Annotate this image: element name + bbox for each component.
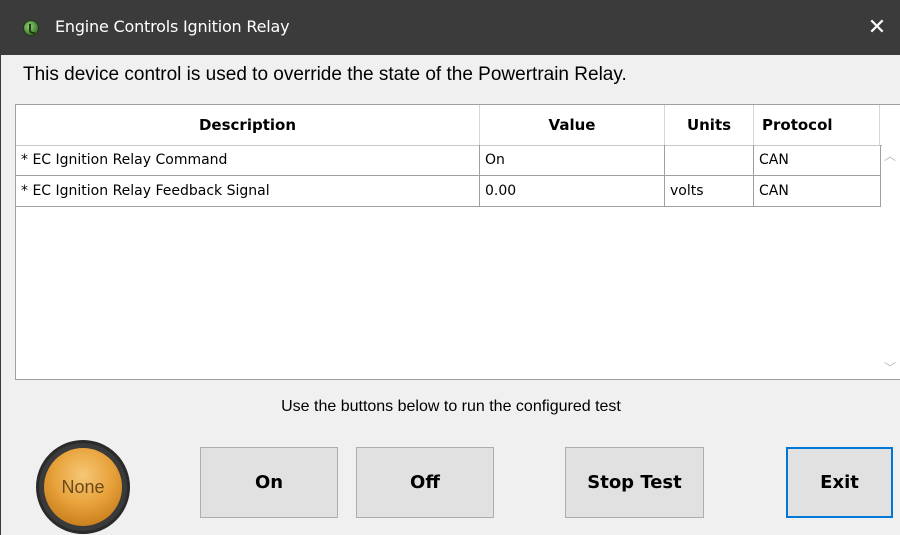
exit-button[interactable]: Exit	[786, 447, 893, 518]
scroll-up-arrow-icon[interactable]: ︿	[884, 149, 896, 163]
cell-units: volts	[665, 176, 754, 207]
cell-value: On	[480, 145, 665, 176]
status-label: None	[44, 448, 122, 526]
instruction-text: Use the buttons below to run the configu…	[281, 398, 621, 415]
status-indicator: None	[36, 440, 130, 534]
dialog-window: Engine Controls Ignition Relay ✕ This de…	[0, 0, 900, 535]
cell-units	[665, 145, 754, 176]
cell-description: * EC Ignition Relay Feedback Signal	[16, 176, 480, 207]
device-control-description: This device control is used to override …	[23, 64, 627, 85]
cell-protocol: CAN	[754, 145, 881, 176]
column-header-description[interactable]: Description	[16, 105, 480, 145]
grid-header: Description Value Units Protocol	[16, 105, 882, 146]
cell-description: * EC Ignition Relay Command	[16, 145, 480, 176]
close-button[interactable]: ✕	[854, 0, 900, 55]
on-button[interactable]: On	[200, 447, 338, 518]
table-row[interactable]: * EC Ignition Relay Command On CAN	[16, 145, 881, 176]
data-grid[interactable]: Description Value Units Protocol * EC Ig…	[15, 104, 900, 380]
column-header-value[interactable]: Value	[480, 105, 665, 145]
app-icon	[23, 20, 39, 36]
table-row[interactable]: * EC Ignition Relay Feedback Signal 0.00…	[16, 176, 881, 207]
title-bar: Engine Controls Ignition Relay ✕	[1, 0, 900, 55]
scroll-down-arrow-icon[interactable]: ﹀	[884, 361, 896, 375]
column-header-protocol[interactable]: Protocol	[754, 105, 880, 145]
off-button[interactable]: Off	[356, 447, 494, 518]
cell-protocol: CAN	[754, 176, 881, 207]
cell-value: 0.00	[480, 176, 665, 207]
window-title: Engine Controls Ignition Relay	[55, 17, 290, 36]
stop-test-button[interactable]: Stop Test	[565, 447, 704, 518]
column-header-units[interactable]: Units	[665, 105, 754, 145]
